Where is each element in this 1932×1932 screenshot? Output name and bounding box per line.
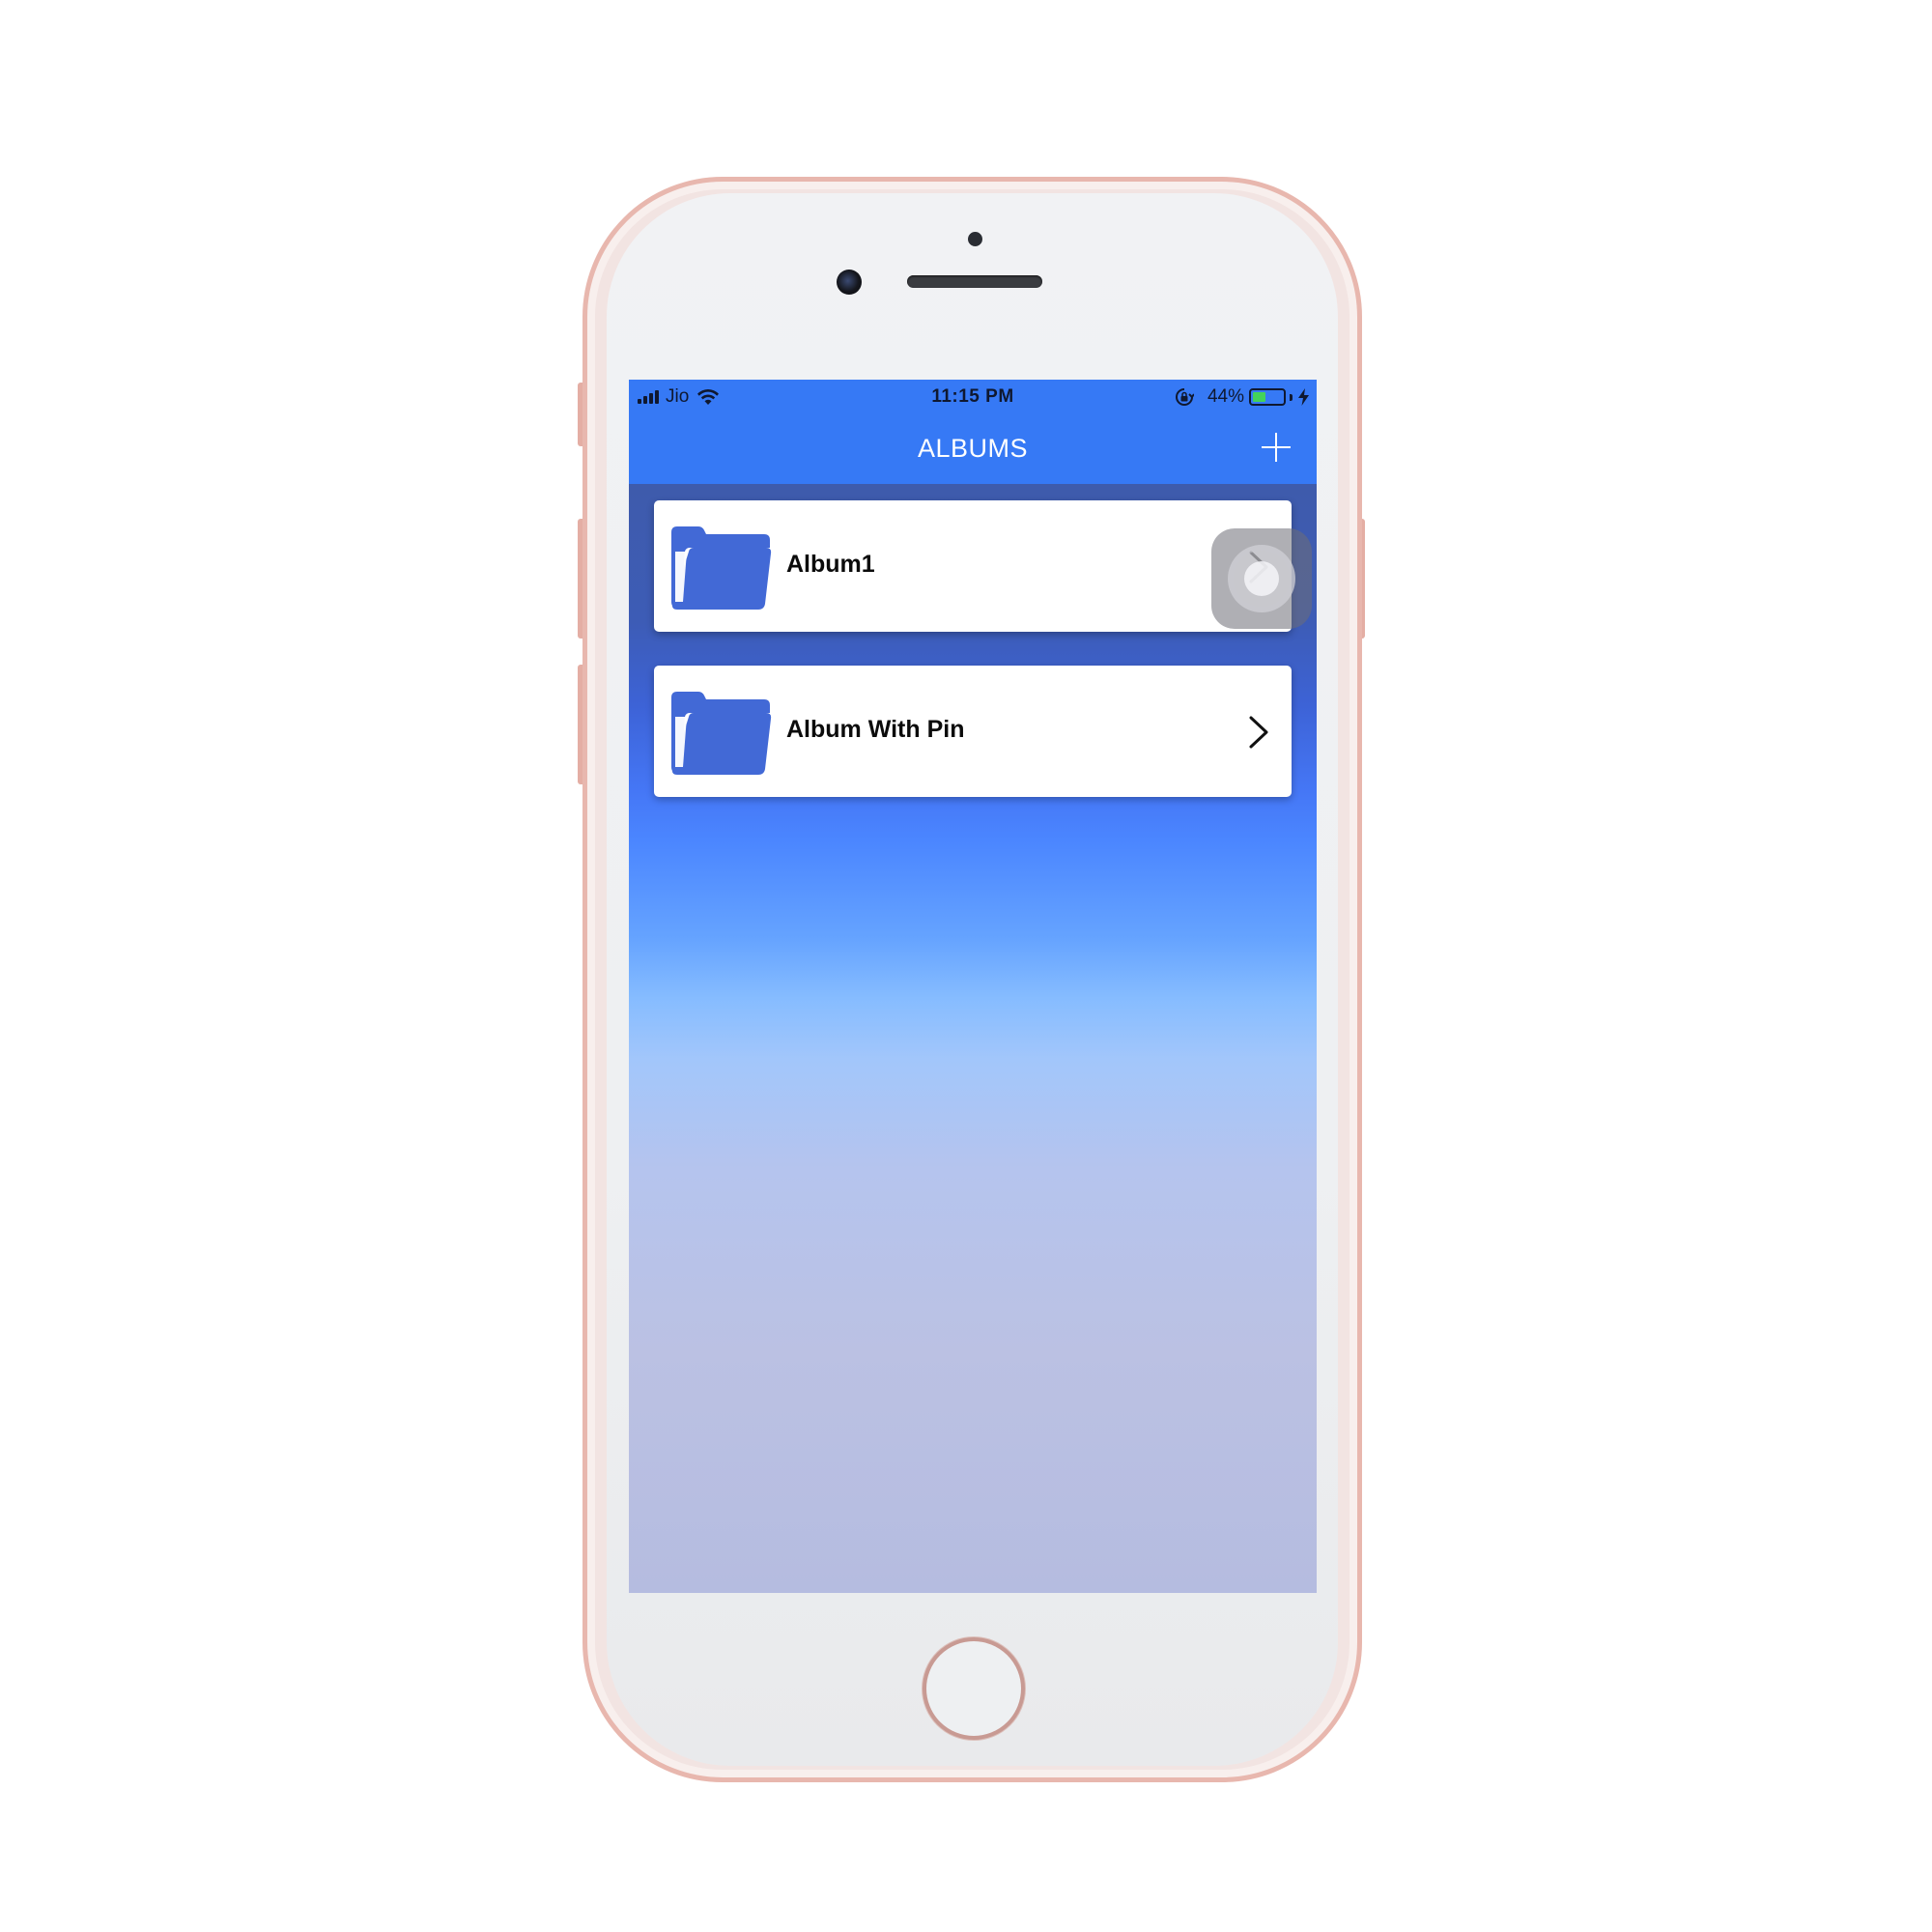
- earpiece-speaker: [907, 275, 1042, 288]
- battery-level-fill: [1253, 392, 1266, 402]
- assistive-touch-ring: [1228, 545, 1295, 612]
- album-name: Album With Pin: [786, 716, 965, 743]
- orientation-lock-icon: [1176, 388, 1194, 406]
- album-name: Album1: [786, 551, 875, 578]
- add-album-button[interactable]: [1255, 426, 1297, 469]
- folder-icon: [671, 692, 772, 775]
- battery-percentage: 44%: [1207, 386, 1244, 407]
- status-bar: Jio 11:15 PM 44%: [629, 380, 1317, 414]
- album-row[interactable]: Album1: [654, 500, 1292, 632]
- proximity-sensor: [968, 232, 982, 246]
- assistive-touch-core: [1244, 561, 1279, 596]
- front-camera: [837, 270, 862, 295]
- album-row[interactable]: Album With Pin: [654, 666, 1292, 797]
- status-right: 44%: [1175, 386, 1309, 408]
- chevron-right-icon: [1249, 716, 1268, 749]
- battery-tip: [1290, 393, 1293, 401]
- folder-icon: [671, 526, 772, 610]
- charging-bolt-icon: [1298, 388, 1309, 406]
- assistive-touch-button[interactable]: [1211, 528, 1312, 629]
- page-title: ALBUMS: [917, 434, 1029, 463]
- battery-icon: [1249, 388, 1286, 406]
- navigation-bar: ALBUMS: [629, 414, 1317, 484]
- home-button[interactable]: [923, 1637, 1025, 1740]
